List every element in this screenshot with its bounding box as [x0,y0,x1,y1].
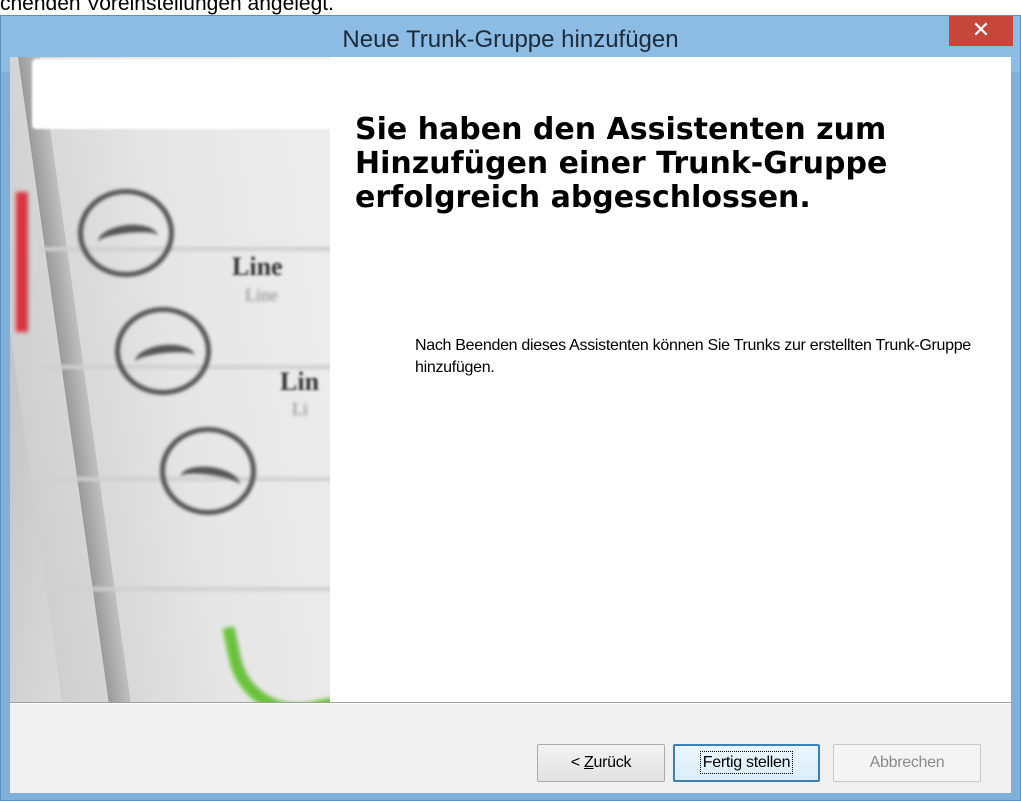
finish-button-label: Fertig stellen [699,751,794,774]
completion-heading: Sie haben den Assistenten zum Hinzufügen… [355,112,888,215]
row-divider [40,587,330,591]
close-button[interactable]: ✕ [949,16,1013,46]
cancel-button-label: Abbrechen [869,754,945,771]
back-button-prefix: < [570,754,585,771]
close-icon: ✕ [971,18,991,43]
back-button-accelerator: Z [584,754,594,771]
wizard-dialog: Neue Trunk-Gruppe hinzufügen ✕ Line Line… [0,15,1021,801]
red-indicator [16,192,28,332]
completion-message: Nach Beenden dieses Assistenten können S… [415,337,971,376]
wizard-side-image: Line Line Lin Li [10,57,330,702]
wizard-footer: < Zurück Fertig stellen Abbrechen [10,704,1011,793]
line-label: Lin [280,367,320,396]
finish-button[interactable]: Fertig stellen [673,744,820,782]
back-button-label: urück [593,754,632,771]
line-label: Line [232,252,283,281]
wizard-content: Sie haben den Assistenten zum Hinzufügen… [330,57,1011,702]
line-sublabel: Li [292,399,308,419]
phone-display-field [32,59,330,129]
line-sublabel: Line [245,285,278,305]
background-text: chenden Voreinstellungen angelegt. [0,0,334,15]
cancel-button[interactable]: Abbrechen [833,744,981,782]
window-title: Neue Trunk-Gruppe hinzufügen [342,26,679,53]
back-button[interactable]: < Zurück [537,744,665,782]
dialog-client-area: Line Line Lin Li Sie haben den Assistent… [10,57,1011,793]
